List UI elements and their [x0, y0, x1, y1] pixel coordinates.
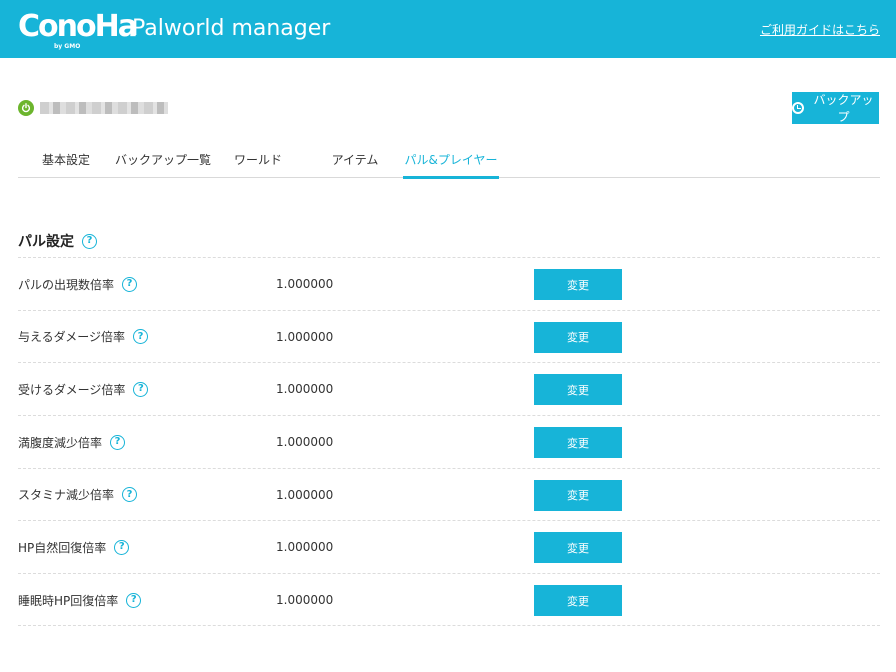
- change-button[interactable]: 変更: [534, 585, 622, 617]
- backup-button[interactable]: バックアップ: [792, 92, 879, 124]
- guide-link[interactable]: ご利用ガイドはこちら: [760, 21, 880, 38]
- setting-value: 1.000000: [276, 487, 334, 502]
- setting-row: HP自然回復倍率? 1.000000 変更: [18, 520, 880, 573]
- tab-items[interactable]: アイテム: [320, 140, 390, 178]
- help-icon[interactable]: ?: [133, 329, 149, 345]
- setting-value: 1.000000: [276, 329, 334, 344]
- setting-row: パルの出現数倍率? 1.000000 変更: [18, 257, 880, 310]
- setting-label: スタミナ減少倍率?: [18, 469, 138, 521]
- section-title-text: パル設定: [18, 234, 74, 250]
- help-icon[interactable]: ?: [110, 434, 126, 450]
- change-button[interactable]: 変更: [534, 479, 622, 511]
- logo-text: ConoHa: [18, 9, 138, 44]
- setting-value: 1.000000: [276, 593, 334, 608]
- settings-list: パルの出現数倍率? 1.000000 変更 与えるダメージ倍率? 1.00000…: [18, 257, 880, 626]
- tab-backup-list[interactable]: バックアップ一覧: [114, 140, 212, 178]
- tab-world[interactable]: ワールド: [226, 140, 290, 178]
- change-button[interactable]: 変更: [534, 269, 622, 300]
- setting-row: 満腹度減少倍率? 1.000000 変更: [18, 415, 880, 468]
- help-icon[interactable]: ?: [114, 539, 130, 555]
- backup-button-label: バックアップ: [813, 93, 874, 124]
- setting-row: 与えるダメージ倍率? 1.000000 変更: [18, 309, 880, 363]
- server-status-row: [18, 98, 168, 118]
- change-button[interactable]: 変更: [534, 427, 622, 459]
- setting-value: 1.000000: [276, 540, 334, 555]
- tab-bar: 基本設定 バックアップ一覧 ワールド アイテム パル&プレイヤー: [18, 140, 880, 179]
- power-icon: [18, 100, 34, 116]
- tab-basic-settings[interactable]: 基本設定: [32, 140, 100, 178]
- section-title: パル設定 ?: [18, 231, 97, 251]
- change-button[interactable]: 変更: [534, 532, 622, 564]
- change-button[interactable]: 変更: [534, 321, 622, 353]
- help-icon[interactable]: ?: [126, 592, 142, 608]
- help-icon[interactable]: ?: [82, 233, 97, 249]
- setting-value: 1.000000: [276, 382, 334, 397]
- setting-label: 満腹度減少倍率?: [18, 416, 126, 468]
- setting-label: 受けるダメージ倍率?: [18, 363, 149, 415]
- setting-value: 1.000000: [276, 435, 334, 450]
- top-header: ConoHa by GMO Palworld manager ご利用ガイドはこち…: [0, 0, 896, 58]
- setting-row: スタミナ減少倍率? 1.000000 変更: [18, 467, 880, 521]
- history-icon: [792, 102, 804, 114]
- help-icon[interactable]: ?: [133, 381, 149, 397]
- setting-label: 与えるダメージ倍率?: [18, 311, 149, 363]
- setting-row: 受けるダメージ倍率? 1.000000 変更: [18, 362, 880, 415]
- setting-label: HP自然回復倍率?: [18, 521, 130, 573]
- logo-sub: by GMO: [54, 43, 81, 50]
- change-button[interactable]: 変更: [534, 374, 622, 406]
- setting-value: 1.000000: [276, 277, 334, 291]
- help-icon[interactable]: ?: [122, 487, 138, 503]
- help-icon[interactable]: ?: [122, 276, 138, 292]
- setting-label: パルの出現数倍率?: [18, 258, 138, 310]
- setting-label: 睡眠時HP回復倍率?: [18, 574, 142, 626]
- setting-row: 睡眠時HP回復倍率? 1.000000 変更: [18, 573, 880, 626]
- server-name-blurred: [40, 102, 168, 114]
- conoha-logo[interactable]: ConoHa by GMO: [18, 9, 138, 51]
- tab-pal-player[interactable]: パル&プレイヤー: [403, 140, 499, 179]
- app-title: Palworld manager: [132, 16, 331, 41]
